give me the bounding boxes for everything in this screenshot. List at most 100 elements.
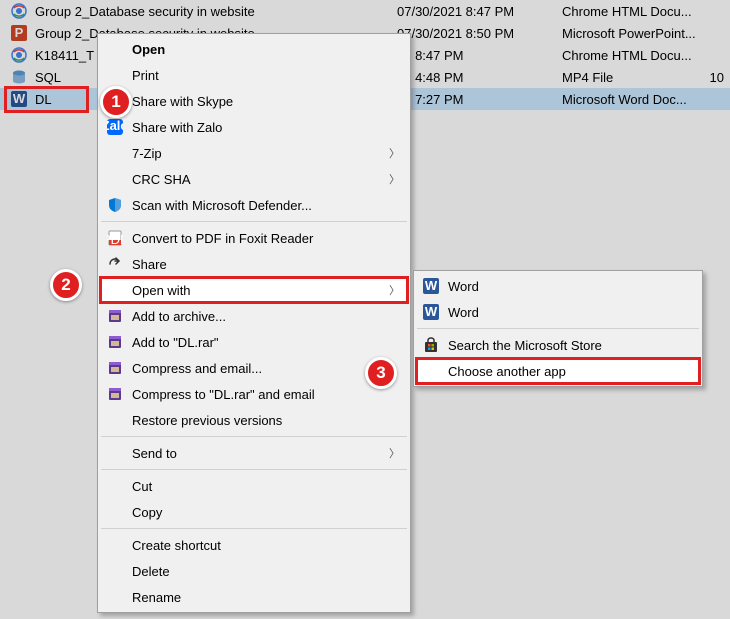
menu-separator [101,221,407,222]
menu-item-label: Compress to "DL.rar" and email [132,387,400,402]
menu-item-word[interactable]: W Word [416,273,700,299]
open-with-submenu[interactable]: W Word W Word Search the Microsoft Store… [413,270,703,387]
file-date: 21 4:48 PM [397,70,562,85]
menu-item-label: Open with [132,283,400,298]
menu-item-label: Search the Microsoft Store [448,338,692,353]
menu-item-label: Send to [132,446,400,461]
menu-item-rename[interactable]: Rename [100,584,408,610]
menu-item-label: Rename [132,590,400,605]
menu-icon-empty [104,39,126,59]
menu-item-label: Word [448,279,692,294]
menu-item-label: Delete [132,564,400,579]
menu-item-label: Add to archive... [132,309,400,324]
menu-item-compress-and-email[interactable]: Compress and email... [100,355,408,381]
annotation-badge-3: 3 [365,357,397,389]
menu-separator [101,528,407,529]
menu-item-share-with-zalo[interactable]: Zalo Share with Zalo [100,114,408,140]
rar-icon [104,358,126,378]
word-icon: W [420,276,442,296]
sql-icon [10,68,28,86]
menu-item-open-with[interactable]: Open with 〉 [100,277,408,303]
annotation-badge-1: 1 [100,86,132,118]
menu-separator [101,436,407,437]
menu-item-label: Add to "DL.rar" [132,335,400,350]
svg-text:PDF: PDF [107,232,123,246]
file-type: Chrome HTML Docu... [562,4,700,19]
menu-item-label: CRC SHA [132,172,400,187]
menu-item-add-to-archive[interactable]: Add to archive... [100,303,408,329]
rar-icon [104,384,126,404]
file-type: MP4 File [562,70,700,85]
menu-item-label: Choose another app [448,364,692,379]
menu-icon-empty [104,476,126,496]
file-date: 07/30/2021 8:47 PM [397,4,562,19]
menu-item-copy[interactable]: Copy [100,499,408,525]
menu-item-label: Share with Skype [132,94,400,109]
menu-item-choose-another-app[interactable]: Choose another app [416,358,700,384]
file-type: Microsoft Word Doc... [562,92,700,107]
svg-text:W: W [425,304,438,319]
file-size: 10 [700,70,730,85]
menu-item-search-the-microsoft-store[interactable]: Search the Microsoft Store [416,332,700,358]
menu-item-cut[interactable]: Cut [100,473,408,499]
menu-item-label: Compress and email... [132,361,400,376]
word-icon: W [10,90,28,108]
word-icon: W [420,302,442,322]
menu-item-create-shortcut[interactable]: Create shortcut [100,532,408,558]
share-icon [104,254,126,274]
menu-item-convert-to-pdf-in-foxit-reader[interactable]: PDF Convert to PDF in Foxit Reader [100,225,408,251]
menu-item-send-to[interactable]: Send to 〉 [100,440,408,466]
menu-item-compress-to-dl-rar-and-email[interactable]: Compress to "DL.rar" and email [100,381,408,407]
menu-icon-empty [104,535,126,555]
file-date: 21 8:47 PM [397,48,562,63]
menu-item-label: Share [132,257,400,272]
menu-icon-empty [104,280,126,300]
submenu-arrow-icon: 〉 [389,282,400,298]
menu-icon-empty [104,587,126,607]
file-date: 07/30/2021 8:50 PM [397,26,562,41]
file-date: 21 7:27 PM [397,92,562,107]
submenu-arrow-icon: 〉 [389,171,400,187]
menu-item-crc-sha[interactable]: CRC SHA 〉 [100,166,408,192]
menu-icon-empty [420,361,442,381]
menu-item-add-to-dl-rar[interactable]: Add to "DL.rar" [100,329,408,355]
html-icon [10,46,28,64]
menu-item-share[interactable]: Share [100,251,408,277]
svg-text:P: P [15,25,24,40]
file-type: Chrome HTML Docu... [562,48,700,63]
submenu-arrow-icon: 〉 [389,445,400,461]
file-name: Group 2_Database security in website [35,4,397,19]
menu-item-7-zip[interactable]: 7-Zip 〉 [100,140,408,166]
menu-item-scan-with-microsoft-defender[interactable]: Scan with Microsoft Defender... [100,192,408,218]
menu-separator [417,328,699,329]
rar-icon [104,332,126,352]
menu-item-open[interactable]: Open [100,36,408,62]
menu-item-label: 7-Zip [132,146,400,161]
menu-item-label: Cut [132,479,400,494]
file-row[interactable]: Group 2_Database security in website 07/… [0,0,730,22]
ppt-icon: P [10,24,28,42]
menu-icon-empty [104,561,126,581]
menu-icon-empty [104,169,126,189]
svg-text:W: W [425,278,438,293]
menu-item-label: Word [448,305,692,320]
menu-item-word[interactable]: W Word [416,299,700,325]
menu-icon-empty [104,410,126,430]
menu-item-label: Open [132,42,400,57]
file-type: Microsoft PowerPoint... [562,26,700,41]
menu-item-delete[interactable]: Delete [100,558,408,584]
menu-item-share-with-skype[interactable]: S Share with Skype [100,88,408,114]
menu-item-label: Convert to PDF in Foxit Reader [132,231,400,246]
svg-text:W: W [13,91,26,106]
context-menu[interactable]: Open Print S Share with Skype Zalo Share… [97,33,411,613]
menu-icon-empty [104,502,126,522]
menu-item-restore-previous-versions[interactable]: Restore previous versions [100,407,408,433]
pdf-icon: PDF [104,228,126,248]
store-icon [420,335,442,355]
annotation-badge-2: 2 [50,269,82,301]
svg-text:Zalo: Zalo [107,119,123,133]
menu-icon-empty [104,143,126,163]
submenu-arrow-icon: 〉 [389,145,400,161]
menu-item-label: Copy [132,505,400,520]
menu-item-print[interactable]: Print [100,62,408,88]
